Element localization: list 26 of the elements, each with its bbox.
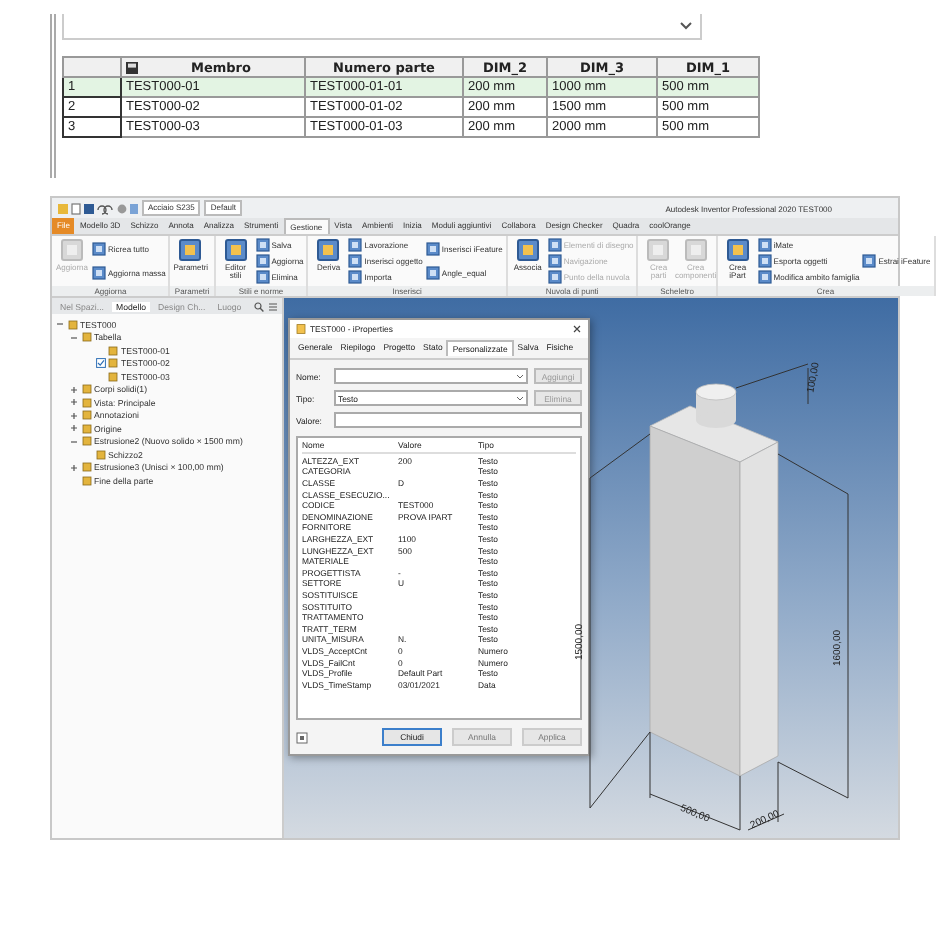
expand-icon[interactable] — [70, 398, 78, 407]
square-icon — [316, 238, 341, 262]
chevron-icon — [680, 22, 692, 30]
square-icon — [425, 265, 440, 280]
help-icon[interactable] — [296, 731, 308, 743]
document-icon — [296, 324, 306, 334]
close-icon[interactable] — [572, 324, 582, 334]
square-icon — [223, 238, 248, 262]
expand-icon[interactable] — [70, 385, 78, 394]
square-icon — [92, 265, 106, 280]
square-icon — [725, 238, 750, 262]
square-icon — [92, 242, 106, 257]
expand-icon[interactable] — [70, 424, 78, 433]
square-icon — [178, 238, 203, 262]
expand-icon[interactable] — [70, 463, 78, 472]
square-icon — [862, 254, 877, 268]
square-icon — [425, 242, 440, 257]
value-field[interactable] — [334, 412, 582, 428]
search-icon[interactable] — [254, 301, 264, 311]
expand-icon[interactable] — [70, 411, 78, 420]
square-icon — [515, 238, 540, 262]
floppy-disk-icon — [126, 61, 138, 73]
name-dropdown[interactable] — [334, 368, 528, 384]
quick-access-icons-drawing — [58, 201, 138, 215]
checkbox-icon[interactable] — [95, 358, 105, 369]
dropdown-field[interactable] — [62, 14, 702, 40]
